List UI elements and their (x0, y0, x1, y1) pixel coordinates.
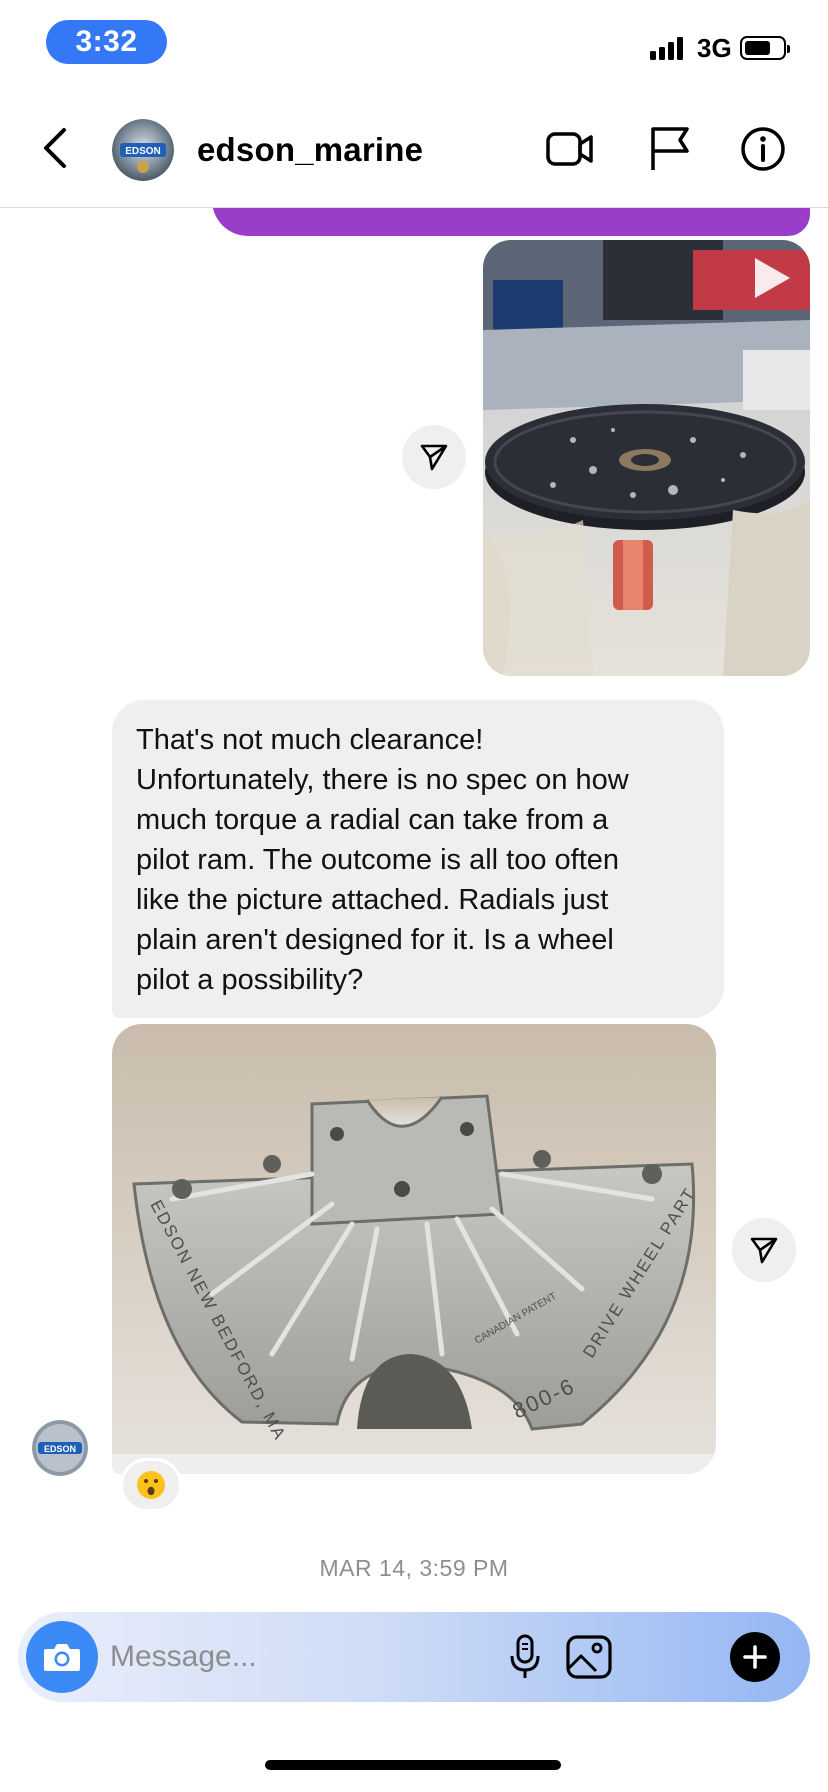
info-icon[interactable] (740, 126, 790, 172)
send-icon (750, 1237, 778, 1264)
message-line: plain aren't designed for it. Is a wheel (136, 924, 614, 956)
surprised-face-icon (137, 1471, 165, 1499)
message-line: pilot a possibility? (136, 964, 364, 996)
chat-username[interactable]: edson_marine (197, 131, 423, 169)
avatar[interactable]: EDSON (112, 119, 174, 181)
message-timestamp: MAR 14, 3:59 PM (319, 1555, 509, 1581)
message-composer (18, 1612, 810, 1702)
back-chevron-icon[interactable] (36, 124, 76, 172)
share-button[interactable] (402, 425, 466, 489)
video-call-icon[interactable] (545, 126, 595, 172)
send-icon (420, 444, 448, 471)
cellular-signal-icon (650, 36, 683, 60)
network-type: 3G (697, 33, 732, 63)
home-indicator[interactable] (265, 1760, 561, 1770)
received-photo-message[interactable]: EDSON NEW BEDFORD, MA DRIVE WHEEL PART 8… (112, 1024, 716, 1474)
message-line: pilot ram. The outcome is all too often (136, 844, 620, 876)
share-button[interactable] (732, 1218, 796, 1282)
avatar-brand-text: EDSON (125, 146, 161, 157)
status-time[interactable]: 3:32 (46, 20, 167, 64)
microphone-icon (510, 1634, 540, 1678)
received-message-bubble[interactable]: That's not much clearance! Unfortunately… (112, 700, 724, 1018)
message-line: much torque a radial can take from a (136, 804, 609, 836)
camera-icon (44, 1644, 80, 1671)
message-line: like the picture attached. Radials just (136, 884, 609, 916)
microphone-button[interactable] (500, 1632, 550, 1682)
message-line: That's not much clearance! (136, 724, 484, 756)
battery-icon (740, 36, 790, 60)
message-line: Unfortunately, there is no spec on how (136, 764, 629, 796)
gallery-button[interactable] (564, 1632, 614, 1682)
chat-header: EDSON edson_marine (0, 88, 828, 208)
image-icon (566, 1635, 612, 1679)
sent-photo-message[interactable] (483, 240, 810, 676)
more-button[interactable] (730, 1632, 780, 1682)
camera-button[interactable] (26, 1621, 98, 1693)
status-bar: 3:32 3G (0, 0, 828, 88)
flag-icon[interactable] (645, 126, 695, 172)
avatar-brand-text: EDSON (44, 1444, 76, 1454)
sender-avatar[interactable]: EDSON (32, 1420, 88, 1476)
message-reaction[interactable] (120, 1458, 182, 1512)
plus-icon (743, 1645, 767, 1669)
